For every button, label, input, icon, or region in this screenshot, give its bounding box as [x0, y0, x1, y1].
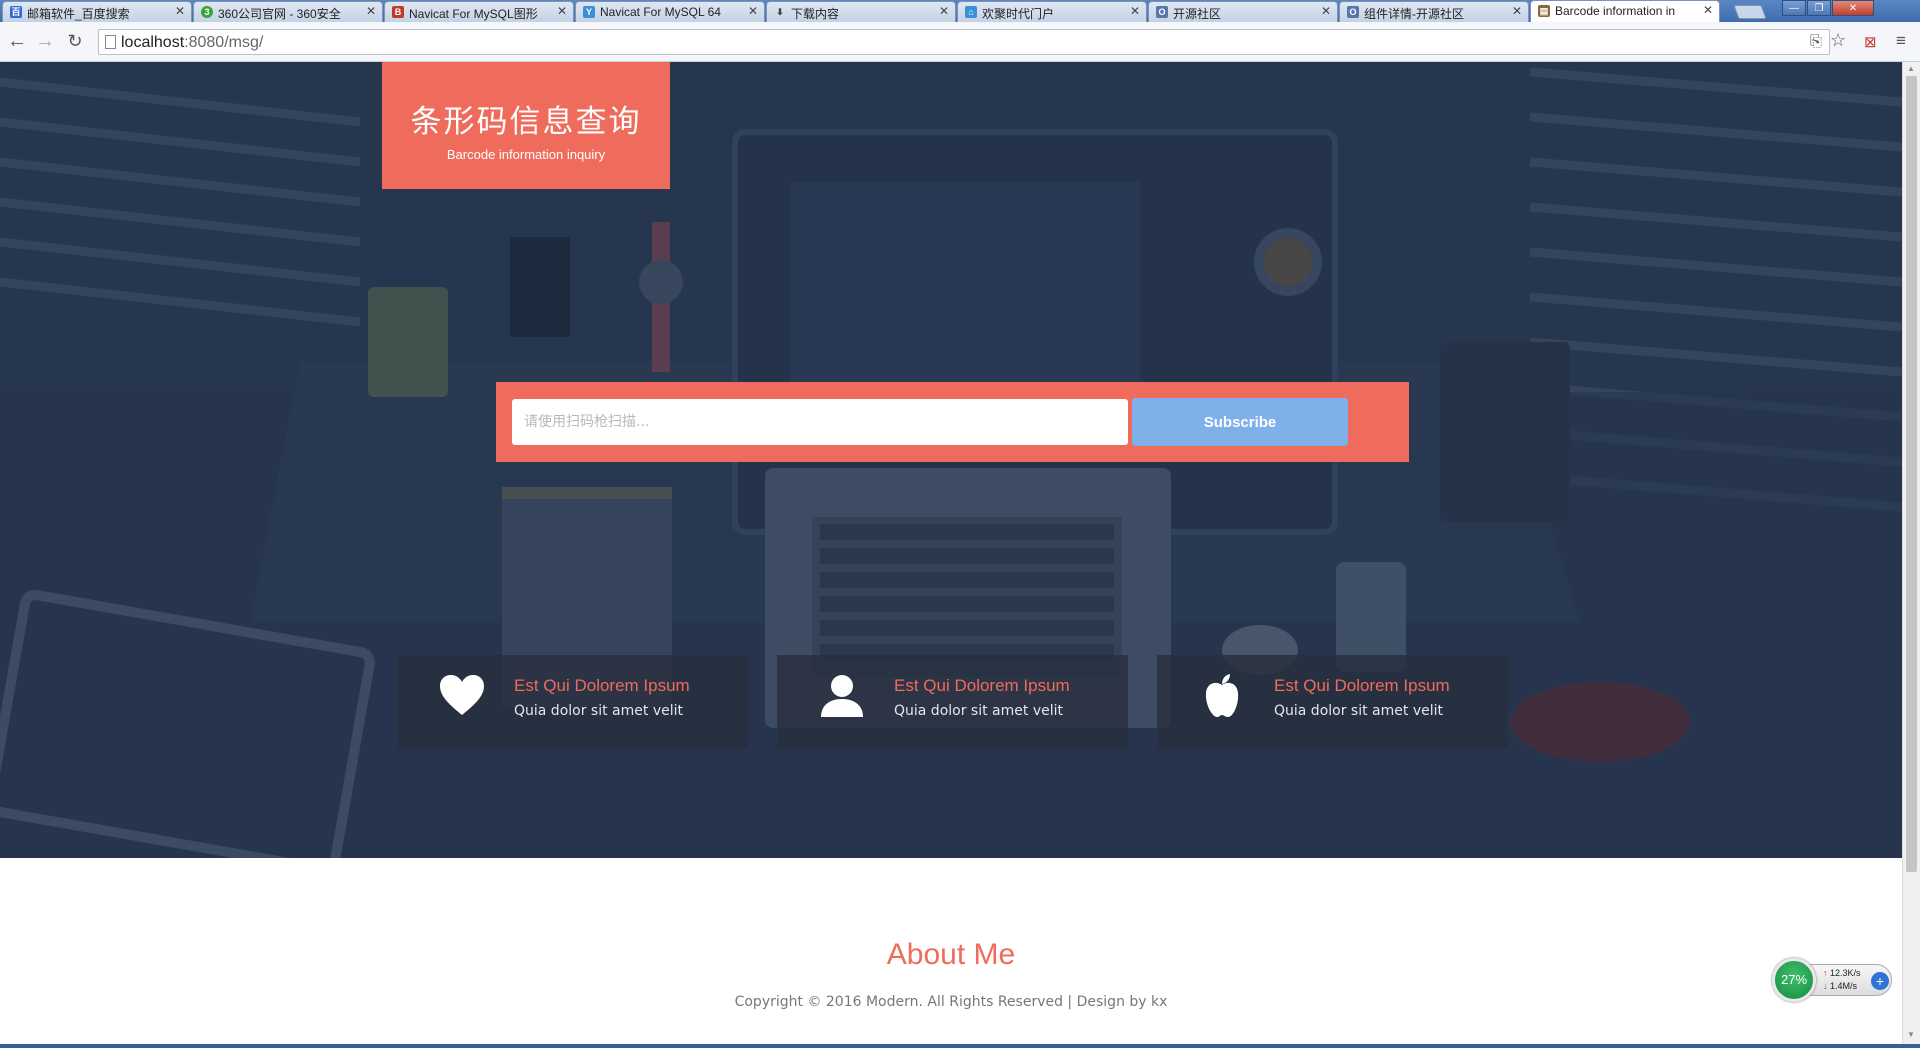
upload-arrow-icon: ↑ — [1823, 968, 1828, 978]
tab-label: 欢聚时代门户 — [982, 7, 1055, 21]
url-path: :8080/msg/ — [184, 34, 264, 51]
browser-tab-strip: 百 邮箱软件_百度搜索 ✕ 3 360公司官网 - 360安全 ✕ B Navi… — [0, 0, 1920, 22]
oschina-favicon-icon: O — [1156, 6, 1168, 18]
page-icon — [105, 35, 116, 49]
page-favicon-icon: ▤ — [1538, 5, 1550, 17]
feature-text: Quia dolor sit amet velit — [1274, 703, 1443, 719]
tab-label: Barcode information in — [1555, 4, 1676, 18]
logo-subtitle: Barcode information inquiry — [446, 147, 606, 162]
tab-close-icon[interactable]: ✕ — [939, 4, 949, 18]
page-scrollbar[interactable]: ▲ ▼ — [1902, 62, 1920, 1044]
reload-icon[interactable]: ↻ — [64, 30, 86, 52]
translate-icon[interactable]: ⎘ — [1810, 33, 1822, 50]
new-tab-button[interactable] — [1733, 5, 1767, 19]
accelerate-plus-icon[interactable]: + — [1871, 972, 1889, 990]
feature-title: Est Qui Dolorem Ipsum — [894, 676, 1070, 695]
home-favicon-icon: ⌂ — [965, 6, 977, 18]
close-window-button[interactable]: ✕ — [1832, 0, 1874, 16]
minimize-window-button[interactable]: — — [1782, 0, 1806, 16]
browser-toolbar: ← → ↻ localhost:8080/msg/ ⎘ ☆ ⊠ ≡ — [0, 22, 1920, 62]
user-icon — [821, 675, 863, 717]
tab-close-icon[interactable]: ✕ — [175, 4, 185, 18]
memory-usage-badge[interactable]: 27% — [1772, 958, 1816, 1002]
tab-label: Navicat For MySQL图形 — [409, 7, 538, 21]
logo-title: 条形码信息查询 — [410, 104, 642, 140]
download-arrow-icon: ↓ — [1823, 981, 1828, 991]
feature-text: Quia dolor sit amet velit — [894, 703, 1063, 719]
feature-text: Quia dolor sit amet velit — [514, 703, 683, 719]
scroll-up-arrow-icon[interactable]: ▲ — [1907, 64, 1915, 73]
tab-label: 开源社区 — [1173, 7, 1222, 21]
url-host: localhost — [121, 34, 185, 51]
network-speed-widget[interactable]: ↑ 12.3K/s ↓ 1.4M/s + 27% — [1772, 958, 1894, 1002]
site-logo[interactable]: 条形码信息查询 Barcode information inquiry — [382, 62, 670, 189]
download-value: 1.4M/s — [1830, 981, 1858, 991]
browser-tab[interactable]: O 组件详情-开源社区 ✕ — [1339, 1, 1529, 22]
forward-arrow-icon[interactable]: → — [34, 30, 56, 52]
subscribe-button[interactable]: Subscribe — [1132, 398, 1348, 446]
tab-close-icon[interactable]: ✕ — [1321, 4, 1331, 18]
baidu-favicon-icon: 百 — [10, 6, 22, 18]
tab-label: 邮箱软件_百度搜索 — [27, 7, 130, 21]
feature-title: Est Qui Dolorem Ipsum — [1274, 676, 1450, 695]
bookmark-star-icon[interactable]: ☆ — [1830, 30, 1846, 51]
os-taskbar — [0, 1044, 1920, 1048]
oschina-favicon-icon: O — [1347, 6, 1359, 18]
browser-tab[interactable]: 3 360公司官网 - 360安全 ✕ — [193, 1, 383, 22]
footer-section: About Me Copyright © 2016 Modern. All Ri… — [0, 858, 1902, 1044]
restore-window-button[interactable]: ❐ — [1807, 0, 1831, 16]
feature-card: Est Qui Dolorem Ipsum Quia dolor sit ame… — [397, 655, 748, 749]
download-icon: ⬇ — [776, 7, 784, 17]
browser-tab[interactable]: ⌂ 欢聚时代门户 ✕ — [957, 1, 1147, 22]
feature-card: Est Qui Dolorem Ipsum Quia dolor sit ame… — [777, 655, 1128, 749]
tab-close-icon[interactable]: ✕ — [557, 4, 567, 18]
apple-icon — [1205, 674, 1239, 717]
tab-label: 组件详情-开源社区 — [1364, 7, 1464, 21]
feature-card: Est Qui Dolorem Ipsum Quia dolor sit ame… — [1157, 655, 1508, 749]
copyright-text: Copyright © 2016 Modern. All Rights Rese… — [734, 994, 1168, 1010]
tab-close-icon[interactable]: ✕ — [1703, 3, 1713, 17]
tab-close-icon[interactable]: ✕ — [1130, 4, 1140, 18]
url-text: localhost:8080/msg/ — [121, 34, 263, 52]
back-arrow-icon[interactable]: ← — [6, 30, 28, 52]
browser-tab[interactable]: ⬇ 下载内容 ✕ — [766, 1, 956, 22]
scroll-thumb[interactable] — [1906, 76, 1917, 872]
about-heading: About Me — [886, 938, 1016, 971]
browser-tab[interactable]: 百 邮箱软件_百度搜索 ✕ — [2, 1, 192, 22]
barcode-search-bar: Subscribe — [496, 382, 1409, 462]
browser-tab[interactable]: Y Navicat For MySQL 64 ✕ — [575, 1, 765, 22]
upload-value: 12.3K/s — [1830, 968, 1861, 978]
browser-tab-active[interactable]: ▤ Barcode information in ✕ — [1530, 0, 1720, 22]
address-bar[interactable]: localhost:8080/msg/ — [98, 29, 1830, 55]
navicat-favicon-icon: Y — [583, 6, 595, 18]
navicat-favicon-icon: B — [392, 6, 404, 18]
tab-label: 360公司官网 - 360安全 — [218, 7, 341, 21]
heart-icon — [440, 675, 484, 715]
hero-section: 条形码信息查询 Barcode information inquiry Subs… — [0, 62, 1902, 858]
browser-tab[interactable]: B Navicat For MySQL图形 ✕ — [384, 1, 574, 22]
360-favicon-icon: 3 — [201, 6, 213, 18]
extension-icon[interactable]: ⊠ — [1864, 33, 1877, 51]
tab-label: Navicat For MySQL 64 — [600, 5, 721, 19]
barcode-input[interactable] — [512, 399, 1128, 445]
download-speed: ↓ 1.4M/s — [1823, 981, 1857, 991]
tab-label: 下载内容 — [791, 7, 840, 21]
scroll-down-arrow-icon[interactable]: ▼ — [1907, 1030, 1915, 1039]
upload-speed: ↑ 12.3K/s — [1823, 968, 1861, 978]
tab-close-icon[interactable]: ✕ — [1512, 4, 1522, 18]
tab-close-icon[interactable]: ✕ — [366, 4, 376, 18]
browser-tab[interactable]: O 开源社区 ✕ — [1148, 1, 1338, 22]
menu-icon[interactable]: ≡ — [1896, 31, 1906, 51]
tab-close-icon[interactable]: ✕ — [748, 4, 758, 18]
feature-title: Est Qui Dolorem Ipsum — [514, 676, 690, 695]
